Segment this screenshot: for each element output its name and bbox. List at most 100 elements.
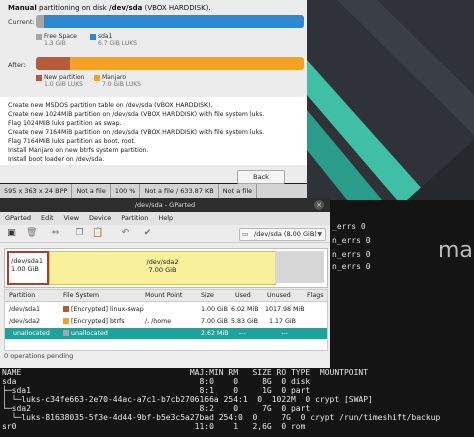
bar-manjaro — [70, 57, 304, 70]
legend-sda1: sda1 6.7 GiB LUKS — [90, 33, 137, 47]
copy-icon[interactable]: ❐ — [74, 228, 85, 239]
menu-gparted[interactable]: GParted — [0, 212, 36, 225]
operations-pending-status: 0 operations pending — [4, 352, 74, 360]
menu-device[interactable]: Device — [84, 212, 116, 225]
cell-filesystem: [Encrypted] linux-swap — [63, 304, 144, 315]
cell-filesystem-text: unallocated — [71, 330, 108, 337]
cell-filesystem: [Encrypted] btrfs — [63, 316, 125, 327]
menu-help[interactable]: Help — [153, 212, 178, 225]
terminal-line: │ └─luks-c34fe663-2e70-44ac-a7c1-b7cb270… — [2, 395, 373, 404]
map-sda1-size: 1.00 GiB — [11, 265, 39, 273]
apply-icon[interactable]: ✔ — [142, 228, 153, 239]
cell-filesystem-text: [Encrypted] btrfs — [71, 318, 125, 325]
bar-sda1 — [44, 15, 304, 28]
delete-icon[interactable]: 🗑 — [26, 228, 37, 239]
column-header[interactable]: Flags — [307, 290, 324, 301]
menu-edit[interactable]: Edit — [36, 212, 59, 225]
cell-partition: /dev/sda1 — [9, 306, 40, 313]
bar-new-partition — [36, 57, 70, 70]
new-partition-icon[interactable]: ▣ — [6, 228, 17, 239]
close-icon[interactable]: × — [314, 200, 324, 210]
cell-unused: 1017.98 MiB — [265, 306, 305, 313]
partition-table: Partition File System Mount Point Size U… — [4, 289, 328, 351]
terminal-line: └─sda2 8:2 0 7G 0 part — [2, 404, 311, 413]
cell-unused: --- — [281, 330, 288, 337]
terminal-lsblk-output: NAME MAJ:MIN RM SIZE RO TYPE MOUNTPOINT … — [0, 368, 474, 437]
column-header[interactable]: Partition — [9, 290, 35, 301]
cell-filesystem: unallocated — [63, 328, 108, 339]
terminal-line: n_errs 0 — [332, 262, 371, 271]
summary-line: Create new 7164MiB partition on /dev/sda… — [8, 129, 265, 136]
cell-filesystem-text: [Encrypted] linux-swap — [71, 306, 144, 313]
column-header[interactable]: Mount Point — [145, 290, 182, 301]
menu-view[interactable]: View — [59, 212, 84, 225]
gparted-toolbar: ▣ 🗑 ⇔ ❐ 📋 ↶ ✔ ▭ /dev/sda (8.00 GiB) ▼ — [0, 225, 330, 243]
undo-icon[interactable]: ↶ — [120, 228, 131, 239]
terminal-line: └─luks-81638035-5f3e-4d44-9bf-b5e3c5a27b… — [2, 413, 441, 422]
gparted-titlebar: /dev/sda - GParted — [0, 198, 330, 212]
cell-partition: /dev/sda2 — [9, 318, 40, 325]
cell-used: 5.83 GiB — [231, 318, 258, 325]
cell-unused: 1.17 GiB — [269, 318, 296, 325]
summary-line: Install Manjaro on new btrfs system part… — [8, 147, 149, 154]
wallpaper-logo-text: ma — [438, 238, 473, 263]
device-selector[interactable]: ▭ /dev/sda (8.00 GiB) ▼ — [239, 228, 326, 241]
image-viewer-statusbar: 595 x 363 x 24 BPP Not a file 100 % Not … — [0, 184, 307, 198]
map-unallocated[interactable] — [275, 251, 324, 283]
cell-size: 1.00 GiB — [201, 306, 228, 313]
gparted-window: /dev/sda - GParted × GParted Edit View D… — [0, 198, 330, 370]
map-partition-sda2[interactable]: /dev/sda2 7.00 GiB — [49, 251, 276, 285]
after-label: After: — [8, 61, 26, 69]
terminal-line: ├─sda1 8:1 0 1G 0 part — [2, 386, 311, 395]
chevron-down-icon: ▼ — [317, 231, 322, 238]
back-button[interactable]: Back — [237, 170, 285, 184]
current-label: Current: — [8, 18, 35, 26]
status-zoom: 100 % — [111, 184, 141, 198]
table-header: Partition File System Mount Point Size U… — [5, 290, 327, 302]
terminal-line: n_errs 0 — [332, 250, 371, 259]
summary-line: Flag 1024MiB luks partition as swap. — [8, 120, 122, 127]
table-row[interactable]: /dev/sda1 [Encrypted] linux-swap 1.00 Gi… — [5, 304, 327, 315]
map-sda1-name: /dev/sda1 — [11, 257, 43, 265]
summary-line: Install boot loader on /dev/sda. — [8, 156, 105, 163]
fs-color-swatch — [63, 318, 69, 324]
device-selector-label: /dev/sda (8.00 GiB) — [254, 230, 317, 238]
legend-manjaro: Manjaro 7.0 GiB LUKS — [94, 74, 141, 88]
summary-line: Flag 7164MiB luks partition as boot, roo… — [8, 138, 136, 145]
cell-size: 7.00 GiB — [201, 318, 228, 325]
terminal-line: _errs 0 — [332, 222, 366, 231]
map-sda2-name: /dev/sda2 — [146, 258, 179, 266]
cell-used: 6.02 MiB — [231, 306, 259, 313]
column-header[interactable]: Used — [235, 290, 251, 301]
desktop-wallpaper — [307, 0, 474, 200]
gparted-menubar: GParted Edit View Device Partition Help — [0, 212, 330, 225]
current-partition-bar — [36, 15, 304, 28]
map-partition-sda1[interactable]: /dev/sda1 1.00 GiB — [7, 251, 49, 285]
partition-map: /dev/sda1 1.00 GiB /dev/sda2 7.00 GiB — [4, 248, 328, 288]
column-header[interactable]: Unused — [267, 290, 291, 301]
wallpaper-graphic — [307, 0, 474, 200]
column-header[interactable]: Size — [201, 290, 214, 301]
status-size: Not a file / 633.87 KB — [140, 184, 219, 198]
terminal-line: sda 8:0 0 8G 0 disk — [2, 377, 311, 386]
map-sda2-size: 7.00 GiB — [148, 266, 177, 274]
legend-new-partition: New partition 1.0 GiB LUKS — [36, 74, 84, 88]
operations-summary: Create new MSDOS partition table on /dev… — [0, 97, 307, 165]
bar-free-space — [36, 15, 44, 28]
table-row[interactable]: /dev/sda2 [Encrypted] btrfs /, /home 7.0… — [5, 316, 327, 327]
status-file-2: Not a file — [219, 184, 258, 198]
terminal-right: _errs 0 n_errs 0 n_errs 0 n_errs 0 ma — [310, 200, 474, 368]
after-partition-bar — [36, 57, 304, 70]
menu-partition[interactable]: Partition — [116, 212, 153, 225]
summary-line: Create new 1024MiB partition on /dev/sda… — [8, 111, 265, 118]
installer-title: Manual partitioning on disk /dev/sda (VB… — [8, 4, 211, 12]
resize-icon[interactable]: ⇔ — [50, 228, 61, 239]
paste-icon[interactable]: 📋 — [92, 228, 103, 239]
terminal-line: sr0 11:0 1 2,6G 0 rom — [2, 422, 306, 431]
summary-line: Create new MSDOS partition table on /dev… — [8, 102, 213, 109]
cell-mount: /, /home — [145, 318, 172, 325]
column-header[interactable]: File System — [63, 290, 99, 301]
terminal-line: NAME MAJ:MIN RM SIZE RO TYPE MOUNTPOINT — [2, 368, 369, 377]
table-row-selected[interactable]: unallocated unallocated 2.62 MiB --- --- — [5, 328, 327, 339]
fs-color-swatch — [63, 330, 69, 336]
